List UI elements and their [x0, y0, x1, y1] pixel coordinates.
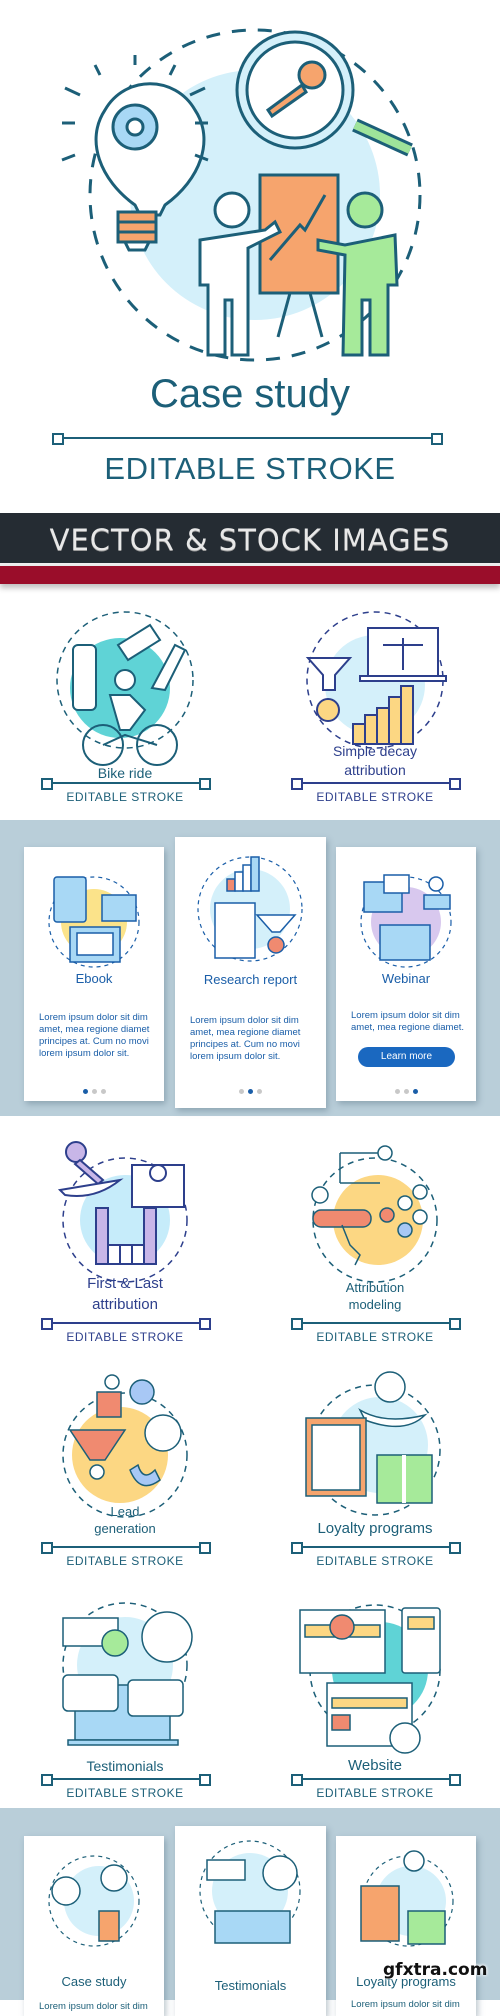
card-ebook: Ebook Lorem ipsum dolor sit dim amet, me… [24, 847, 164, 1101]
pager-dots [175, 1079, 326, 1098]
pager-dot-1[interactable] [82, 1089, 88, 1094]
attribution-modeling-editable-label: EDITABLE STROKE [316, 1330, 434, 1344]
monitor-chat-icon [363, 874, 410, 913]
card-loyalty-body: Lorem ipsum dolor sit dim [351, 1999, 460, 2010]
card-case-study-title: Case study [61, 1974, 127, 1989]
website-title: Website [348, 1757, 402, 1774]
loyalty-programs-stroke-line [291, 1542, 461, 1554]
webinar-illustration [360, 874, 452, 968]
simple-decay-editable-label: EDITABLE STROKE [316, 790, 434, 804]
presenter-monitor-icon [379, 924, 431, 961]
card-case-study: Case study Lorem ipsum dolor sit dim [24, 1836, 164, 2016]
pager-dot-3[interactable] [257, 1089, 262, 1094]
attribution-modeling-title-line2: modeling [348, 1297, 402, 1312]
first-last-title-line2: attribution [92, 1296, 158, 1313]
lead-generation-title-line2: generation [94, 1521, 156, 1536]
lead-generation-stroke-line [41, 1542, 211, 1554]
onboarding-cards-top: Ebook Lorem ipsum dolor sit dim amet, me… [0, 820, 500, 1116]
water-bottle-icon [72, 644, 97, 711]
testimonials-title: Testimonials [86, 1758, 164, 1774]
banner-text: VECTOR & STOCK IMAGES [49, 523, 451, 557]
research-report-illustration [197, 856, 303, 962]
testimonials-mini-illustration [199, 1840, 301, 1944]
laptop-scales-icon [359, 627, 447, 682]
testimonials-illustration [62, 1602, 193, 1746]
first-last-stroke-line [41, 1318, 211, 1330]
email-at-icon [131, 1164, 185, 1208]
rating-stars-badge-icon [141, 1611, 193, 1663]
case-study-illustration [61, 28, 422, 362]
folder-e-icon [101, 894, 137, 922]
pager-dots [336, 1079, 476, 1098]
attribution-modeling-stroke-line [291, 1318, 461, 1330]
pager-dot-1[interactable] [394, 1089, 400, 1094]
lead-generation-title-line1: Lead [110, 1504, 140, 1519]
browser-window-icon [299, 1609, 386, 1674]
hero-editable-label: EDITABLE STROKE [104, 451, 396, 486]
pager-dot-2[interactable] [91, 1089, 97, 1094]
card-ebook-title: Ebook [75, 971, 113, 986]
monitor-book-icon [69, 926, 121, 963]
card-research-body: Lorem ipsum dolor sit dim amet, mea regi… [190, 1015, 301, 1062]
website-stroke-line [291, 1774, 461, 1786]
hero-title: Case study [149, 372, 351, 416]
card-loyalty-programs: Loyalty programs Lorem ipsum dolor sit d… [336, 1836, 476, 2016]
clipboard-checklist-icon [305, 1417, 367, 1497]
testimonials-editable-label: EDITABLE STROKE [66, 1786, 184, 1800]
simple-decay-title-line1: Simple decay [332, 743, 418, 759]
loyalty-mini-illustration [360, 1850, 454, 1947]
ebook-illustration [48, 876, 140, 968]
loyalty-programs-editable-label: EDITABLE STROKE [316, 1554, 434, 1568]
website-illustration [299, 1604, 441, 1754]
pager-dot-3[interactable] [100, 1089, 106, 1094]
watermark: gfxtra.com [383, 1960, 488, 1980]
click-button-icon [312, 1209, 372, 1228]
card-webinar-body: Lorem ipsum dolor sit dim amet, mea regi… [351, 1010, 465, 1033]
card-case-study-body: Lorem ipsum dolor sit dim [39, 2001, 148, 2012]
pager-dot-2[interactable] [248, 1089, 253, 1094]
first-last-title-line1: First & Last [87, 1275, 163, 1292]
pager-dot-3[interactable] [412, 1089, 418, 1094]
testimonials-stroke-line [41, 1774, 211, 1786]
card-research-report: Research report Lorem ipsum dolor sit di… [175, 837, 326, 1108]
first-last-editable-label: EDITABLE STROKE [66, 1330, 184, 1344]
card-webinar: Webinar Lorem ipsum dolor sit dim amet, … [336, 847, 476, 1101]
gear-icon [111, 103, 159, 151]
bike-ride-editable-label: EDITABLE STROKE [66, 790, 184, 804]
website-editable-label: EDITABLE STROKE [316, 1786, 434, 1800]
card-ebook-body: Lorem ipsum dolor sit dim amet, mea regi… [39, 1012, 150, 1059]
phone-hand-icon [401, 1607, 441, 1674]
pager-dots [24, 1079, 164, 1098]
document-icon [214, 902, 256, 959]
pager-dot-2[interactable] [403, 1089, 409, 1094]
headset-user-icon [423, 876, 451, 910]
bike-ride-stroke-line [41, 778, 211, 790]
simple-decay-title-line2: attribution [344, 762, 406, 778]
learn-more-button[interactable]: Learn more [358, 1047, 455, 1067]
card-webinar-title: Webinar [381, 971, 431, 986]
bike-ride-illustration [56, 611, 194, 766]
gift-box-icon [376, 1454, 433, 1504]
card-testimonials-title: Testimonials [214, 1978, 287, 1993]
loyalty-programs-illustration [305, 1371, 441, 1516]
banner-red-stripe [0, 566, 500, 584]
card-research-title: Research report [203, 972, 298, 987]
attribution-modeling-title-line1: Attribution [345, 1280, 405, 1295]
card-testimonials: Testimonials [175, 1826, 326, 2016]
hero-stroke-line [52, 433, 443, 445]
tablet-icon [53, 876, 87, 923]
web-page-gear-icon [326, 1682, 421, 1754]
bike-ride-title: Bike ride [97, 765, 153, 781]
lead-generation-editable-label: EDITABLE STROKE [66, 1554, 184, 1568]
loyalty-programs-title: Loyalty programs [317, 1520, 433, 1537]
pager-dot-1[interactable] [239, 1089, 244, 1094]
user-circle-icon [144, 1414, 182, 1452]
case-study-mini-illustration [48, 1855, 140, 1947]
simple-decay-stroke-line [291, 778, 461, 790]
magnifier-key-icon [235, 30, 413, 157]
